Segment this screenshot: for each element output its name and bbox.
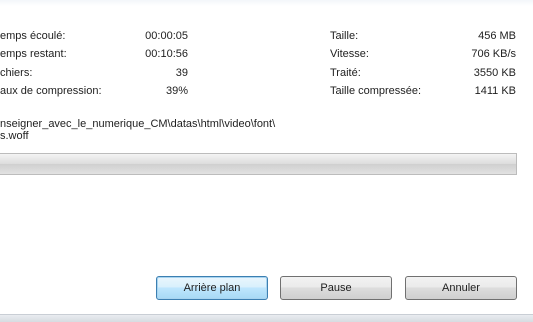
size-value: 456 MB	[478, 30, 516, 42]
speed-label: Vitesse:	[330, 48, 369, 60]
current-file-path-line2: s.woff	[0, 130, 29, 142]
cancel-button[interactable]: Annuler	[405, 276, 517, 300]
elapsed-time-label: emps écoulé:	[0, 30, 66, 42]
files-value: 39	[175, 67, 188, 79]
elapsed-time-value: 00:00:05	[145, 30, 188, 42]
archive-progress-window: emps écoulé: 00:00:05 emps restant: 00:1…	[0, 0, 533, 322]
window-bottom-edge	[0, 314, 533, 322]
speed-value: 706 KB/s	[471, 48, 516, 60]
title-bar-edge	[0, 0, 533, 6]
current-file-path-line1: nseigner_avec_le_numerique_CM\datas\html…	[0, 118, 276, 130]
processed-label: Traité:	[330, 67, 361, 79]
processed-value: 3550 KB	[473, 67, 516, 79]
compression-ratio-label: aux de compression:	[0, 85, 102, 97]
compressed-size-value: 1411 KB	[474, 85, 516, 97]
size-label: Taille:	[330, 30, 359, 42]
compressed-size-label: Taille compressée:	[330, 85, 422, 97]
compression-ratio-value: 39%	[165, 85, 188, 97]
files-label: chiers:	[0, 67, 33, 79]
pause-button[interactable]: Pause	[280, 276, 392, 300]
remaining-time-value: 00:10:56	[145, 48, 188, 60]
remaining-time-label: emps restant:	[0, 48, 67, 60]
progress-bar	[0, 153, 517, 175]
background-button[interactable]: Arrière plan	[156, 276, 268, 300]
